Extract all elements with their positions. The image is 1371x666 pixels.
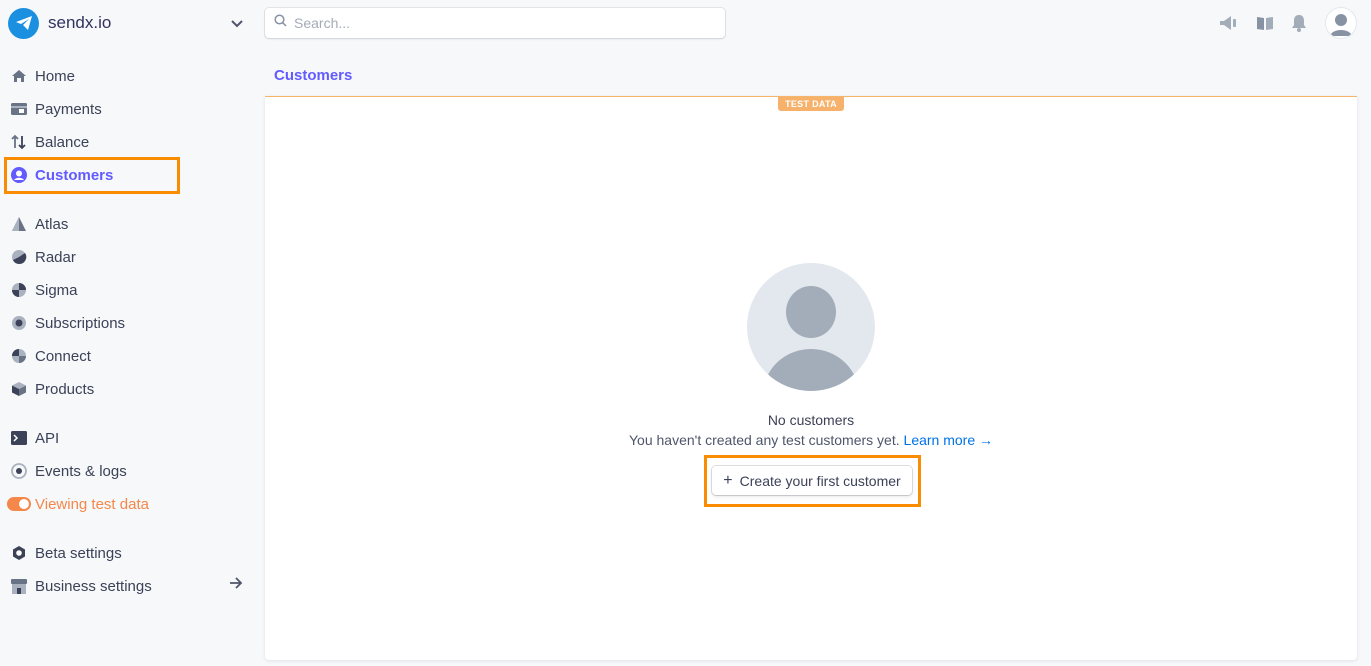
sidebar-item-atlas[interactable]: Atlas	[10, 213, 68, 235]
sidebar-item-label: Sigma	[35, 281, 78, 299]
create-button-label: Create your first customer	[739, 472, 901, 489]
sigma-icon	[10, 281, 28, 299]
empty-state-text: You haven't created any test customers y…	[628, 432, 900, 448]
empty-customer-avatar-icon	[747, 263, 875, 391]
sidebar-item-label: Payments	[35, 100, 102, 118]
balance-icon	[10, 133, 28, 151]
events-icon	[10, 462, 28, 480]
sidebar-item-label: Customers	[35, 166, 114, 184]
account-switcher[interactable]: sendx.io	[8, 7, 248, 39]
products-icon	[10, 380, 28, 398]
toggle-switch[interactable]	[7, 497, 31, 511]
customers-icon	[10, 166, 28, 184]
arrow-right-icon[interactable]	[228, 576, 244, 595]
account-name: sendx.io	[48, 13, 112, 32]
sidebar-item-radar[interactable]: Radar	[10, 246, 76, 268]
atlas-icon	[10, 215, 28, 233]
sidebar-item-balance[interactable]: Balance	[10, 131, 89, 153]
connect-icon	[10, 347, 28, 365]
radar-icon	[10, 248, 28, 266]
sidebar-item-label: Products	[35, 380, 95, 398]
sidebar-item-label: Events & logs	[35, 462, 127, 480]
sidebar-item-customers[interactable]: Customers	[10, 164, 113, 186]
payments-icon	[10, 100, 28, 118]
sidebar-item-connect[interactable]: Connect	[10, 345, 91, 367]
search-input[interactable]	[294, 15, 694, 31]
empty-state-description: You haven't created any test customers y…	[265, 432, 1357, 448]
page-title: Customers	[274, 67, 353, 84]
sidebar-item-events-logs[interactable]: Events & logs	[10, 460, 127, 482]
sidebar-item-label: Atlas	[35, 215, 69, 233]
subscriptions-icon	[10, 314, 28, 332]
search-bar[interactable]	[265, 8, 725, 38]
terminal-icon	[10, 429, 28, 447]
sidebar-item-label: API	[35, 429, 60, 447]
sidebar-item-beta-settings[interactable]: Beta settings	[10, 542, 122, 564]
sidebar-item-label: Subscriptions	[35, 314, 126, 332]
megaphone-icon[interactable]	[1218, 12, 1240, 34]
create-first-customer-button[interactable]: + Create your first customer	[712, 466, 912, 495]
book-icon[interactable]	[1254, 12, 1276, 34]
chevron-down-icon	[230, 16, 244, 34]
test-data-badge: TEST DATA	[778, 97, 844, 111]
user-avatar-icon[interactable]	[1326, 8, 1356, 38]
sidebar-item-subscriptions[interactable]: Subscriptions	[10, 312, 125, 334]
storefront-icon	[10, 577, 28, 595]
sidebar-item-api[interactable]: API	[10, 427, 59, 449]
sidebar-item-label: Radar	[35, 248, 76, 266]
sidebar-item-sigma[interactable]: Sigma	[10, 279, 78, 301]
sidebar-item-business-settings[interactable]: Business settings	[10, 575, 152, 597]
sidebar-item-label: Home	[35, 67, 76, 85]
sidebar-item-home[interactable]: Home	[10, 65, 75, 87]
test-data-label: Viewing test data	[35, 495, 149, 513]
sendx-logo-icon	[8, 7, 39, 39]
sidebar-item-label: Balance	[35, 133, 90, 151]
learn-more-link[interactable]: Learn more →	[904, 432, 993, 448]
empty-state-title: No customers	[767, 412, 855, 428]
sidebar-item-products[interactable]: Products	[10, 378, 94, 400]
sidebar-item-label: Connect	[35, 347, 91, 365]
sidebar-item-payments[interactable]: Payments	[10, 98, 102, 120]
home-icon	[10, 67, 28, 85]
customers-empty-card: TEST DATA No customers You haven't creat…	[265, 96, 1357, 660]
bell-icon[interactable]	[1288, 12, 1310, 34]
test-data-toggle[interactable]: Viewing test data	[7, 493, 149, 515]
settings-gear-icon	[10, 544, 28, 562]
sidebar-item-label: Beta settings	[35, 544, 122, 562]
sidebar-item-label: Business settings	[35, 577, 152, 595]
search-icon	[274, 14, 287, 32]
plus-icon: +	[723, 471, 733, 489]
